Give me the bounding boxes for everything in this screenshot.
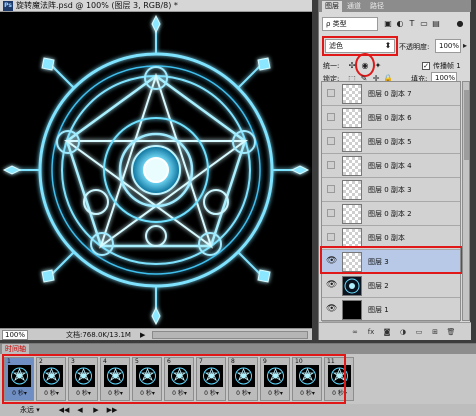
layer-thumbnail xyxy=(342,108,362,128)
layer-row[interactable]: 图层 0 副本 2 xyxy=(322,202,460,226)
layer-thumbnail xyxy=(342,84,362,104)
tab-paths[interactable]: 路径 xyxy=(367,1,387,12)
layer-name: 图层 0 副本 6 xyxy=(368,114,412,122)
opacity-label: 不透明度: xyxy=(399,43,430,51)
document-window: Ps 旋转魔法阵.psd @ 100% (图层 3, RGB/8) * 100%… xyxy=(0,0,312,340)
link-icon[interactable]: ∞ xyxy=(349,327,361,337)
tab-layers[interactable]: 图层 xyxy=(322,1,342,12)
layer-name: 图层 2 xyxy=(368,282,389,290)
selected-layer-highlight xyxy=(320,246,463,274)
canvas[interactable] xyxy=(0,12,312,328)
scrollbar-thumb[interactable] xyxy=(464,90,469,160)
filter-type-icon[interactable]: T xyxy=(407,19,417,29)
timeline-controls: 永远 ▾ ◀◀ ◀ ▶ ▶▶ xyxy=(0,404,476,416)
layers-scrollbar[interactable] xyxy=(462,81,470,321)
timeline-panel: 时间轴 1 0 秒▾ 2 0 秒▾ 3 0 秒▾ 4 0 秒▾ 5 0 秒▾ 6… xyxy=(0,343,476,416)
tab-timeline[interactable]: 时间轴 xyxy=(2,344,29,354)
adjustment-icon[interactable]: ◑ xyxy=(397,327,409,337)
document-title: 旋转魔法阵.psd @ 100% (图层 3, RGB/8) * xyxy=(16,1,178,10)
eye-icon[interactable]: 👁 xyxy=(326,280,337,291)
layer-filter-select[interactable]: ρ 类型 xyxy=(322,17,378,31)
layer-row[interactable]: 图层 0 副本 4 xyxy=(322,154,460,178)
visibility-toggle-off[interactable] xyxy=(327,89,335,97)
propagate-frame-checkbox[interactable]: ✓ xyxy=(422,62,430,70)
horizontal-scrollbar[interactable] xyxy=(152,331,308,339)
frames-highlight xyxy=(2,354,346,404)
opacity-field[interactable]: 100% xyxy=(435,39,461,53)
layer-name: 图层 0 副本 3 xyxy=(368,186,412,194)
mask-icon[interactable]: ◙ xyxy=(381,327,393,337)
status-menu-arrow-icon[interactable]: ▶ xyxy=(140,331,145,339)
blend-mode-highlight xyxy=(322,36,398,56)
magic-circle-thumb-icon xyxy=(344,278,360,294)
layer-name: 图层 0 副本 2 xyxy=(368,210,412,218)
document-tab[interactable]: Ps 旋转魔法阵.psd @ 100% (图层 3, RGB/8) * xyxy=(0,0,312,12)
layer-thumbnail xyxy=(342,132,362,152)
filter-smart-object-icon[interactable]: ▤ xyxy=(431,19,441,29)
visibility-toggle-off[interactable] xyxy=(327,161,335,169)
visibility-toggle-off[interactable] xyxy=(327,137,335,145)
layer-thumbnail xyxy=(342,180,362,200)
layer-thumbnail xyxy=(342,276,362,296)
status-bar: 100% 文档:768.0K/13.1M ▶ xyxy=(0,328,312,340)
filter-adjustment-icon[interactable]: ◐ xyxy=(395,19,405,29)
delete-icon[interactable]: 🗑 xyxy=(445,327,457,337)
loop-select[interactable]: 永远 ▾ xyxy=(20,405,40,415)
layer-row[interactable]: 👁 图层 2 xyxy=(322,274,460,298)
layer-row[interactable]: 👁 图层 1 xyxy=(322,298,460,322)
layer-thumbnail xyxy=(342,204,362,224)
layer-name: 图层 0 副本 7 xyxy=(368,90,412,98)
layer-thumbnail xyxy=(342,300,362,320)
layer-name: 图层 0 副本 4 xyxy=(368,162,412,170)
first-frame-button[interactable]: ◀◀ xyxy=(58,405,70,415)
visibility-toggle-off[interactable] xyxy=(327,233,335,241)
layers-footer: ∞ fx ◙ ◑ ▭ ⊞ 🗑 xyxy=(319,322,471,340)
filter-shape-icon[interactable]: ▭ xyxy=(419,19,429,29)
visibility-toggle-off[interactable] xyxy=(327,209,335,217)
layer-name: 图层 1 xyxy=(368,306,389,314)
zoom-field[interactable]: 100% xyxy=(2,330,28,340)
layer-list: 图层 0 副本 7 图层 0 副本 6 图层 0 副本 5 图层 0 副本 4 … xyxy=(321,81,461,322)
visibility-toggle-off[interactable] xyxy=(327,113,335,121)
opacity-arrow-icon[interactable]: ▸ xyxy=(460,41,470,51)
play-button[interactable]: ▶ xyxy=(90,405,102,415)
document-size: 文档:768.0K/13.1M xyxy=(66,331,131,339)
layer-name: 图层 0 副本 xyxy=(368,234,405,242)
layer-name: 图层 0 副本 5 xyxy=(368,138,412,146)
tab-channels[interactable]: 通道 xyxy=(344,1,364,12)
unify-label: 统一: xyxy=(323,62,340,70)
panel-tabs: 图层 通道 路径 xyxy=(319,0,471,12)
eye-icon[interactable]: 👁 xyxy=(326,304,337,315)
layers-panel: 图层 通道 路径 ρ 类型 ▣ ◐ T ▭ ▤ ● 滤色 ⬍ 不透明度: 100… xyxy=(318,0,471,340)
new-layer-icon[interactable]: ⊞ xyxy=(429,327,441,337)
next-frame-button[interactable]: ▶▶ xyxy=(106,405,118,415)
layer-row[interactable]: 图层 0 副本 3 xyxy=(322,178,460,202)
fx-icon[interactable]: fx xyxy=(365,327,377,337)
layer-thumbnail xyxy=(342,156,362,176)
layer-row[interactable]: 图层 0 副本 5 xyxy=(322,130,460,154)
previous-frame-button[interactable]: ◀ xyxy=(74,405,86,415)
visibility-toggle-off[interactable] xyxy=(327,185,335,193)
propagate-frame-label: 传播帧 1 xyxy=(433,62,461,70)
photoshop-app-icon: Ps xyxy=(3,1,13,11)
group-icon[interactable]: ▭ xyxy=(413,327,425,337)
timeline-header: 时间轴 xyxy=(0,344,476,354)
filter-pixel-icon[interactable]: ▣ xyxy=(383,19,393,29)
layer-thumbnail xyxy=(342,228,362,248)
magic-circle-artwork xyxy=(2,14,310,326)
layer-row[interactable]: 图层 0 副本 6 xyxy=(322,106,460,130)
layer-row[interactable]: 图层 0 副本 7 xyxy=(322,82,460,106)
filter-toggle-icon[interactable]: ● xyxy=(455,19,465,29)
